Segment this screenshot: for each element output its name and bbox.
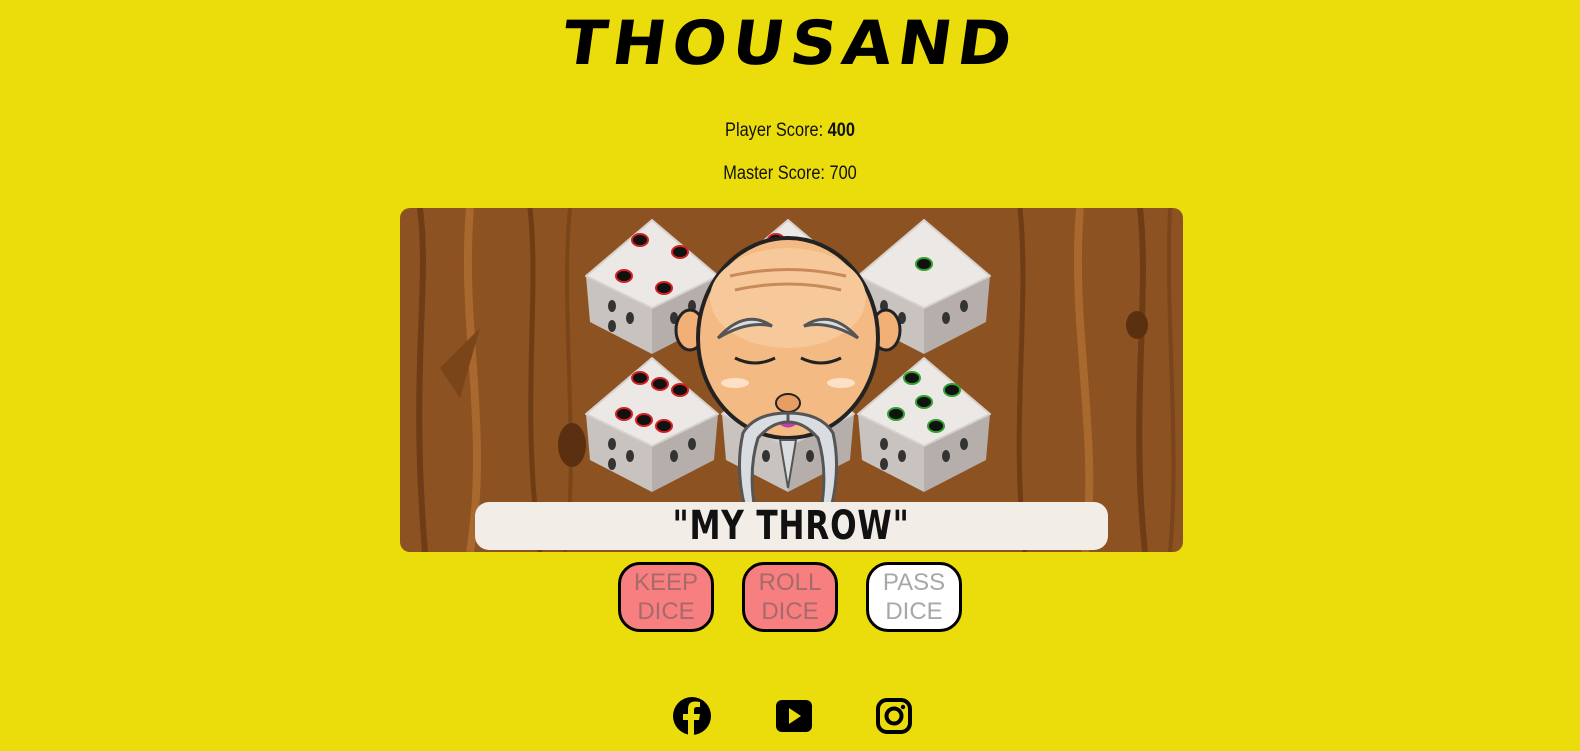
die-pip	[655, 419, 673, 433]
die-pip	[635, 413, 653, 427]
wood-table-background	[400, 208, 1183, 552]
keep-dice-label-line1: KEEP	[633, 569, 699, 596]
master-score: Master Score: 700	[111, 163, 1470, 185]
game-page: THOUSAND Player Score: 400 Master Score:…	[0, 0, 1580, 751]
game-board: "MY THROW"	[400, 208, 1183, 552]
die-pip	[655, 281, 673, 295]
youtube-icon[interactable]	[774, 696, 814, 736]
die-pip	[927, 419, 945, 433]
game-title-logo: THOUSAND	[558, 8, 1022, 80]
pass-dice-button[interactable]: PASS DICE	[866, 562, 962, 632]
roll-dice-label-line2: DICE	[761, 598, 819, 625]
die-pip	[615, 269, 633, 283]
die-pip	[651, 377, 669, 391]
die-pip	[631, 371, 649, 385]
instagram-icon[interactable]	[874, 696, 914, 736]
player-score-value: 400	[827, 120, 855, 141]
roll-dice-label-line1: ROLL	[758, 569, 822, 596]
speech-text: "MY THROW"	[672, 503, 911, 549]
die-pip	[887, 407, 905, 421]
die-pip	[903, 371, 921, 385]
keep-dice-label-line2: DICE	[637, 598, 695, 625]
die-pip	[915, 395, 933, 409]
die-pip	[631, 233, 649, 247]
facebook-icon[interactable]	[672, 696, 712, 736]
player-score: Player Score: 400	[111, 120, 1470, 142]
keep-dice-button[interactable]: KEEP DICE	[618, 562, 714, 632]
die-pip	[943, 383, 961, 397]
speech-bubble: "MY THROW"	[475, 502, 1108, 550]
die-pip	[671, 245, 689, 259]
pass-dice-label-line1: PASS	[882, 569, 946, 596]
master-score-label: Master Score:	[723, 163, 830, 184]
player-score-label: Player Score:	[725, 120, 828, 141]
master-score-value: 700	[829, 163, 857, 184]
die-pip	[615, 407, 633, 421]
die-pip	[671, 383, 689, 397]
roll-dice-button[interactable]: ROLL DICE	[742, 562, 838, 632]
pass-dice-label-line2: DICE	[885, 598, 943, 625]
die-pip	[915, 257, 933, 271]
